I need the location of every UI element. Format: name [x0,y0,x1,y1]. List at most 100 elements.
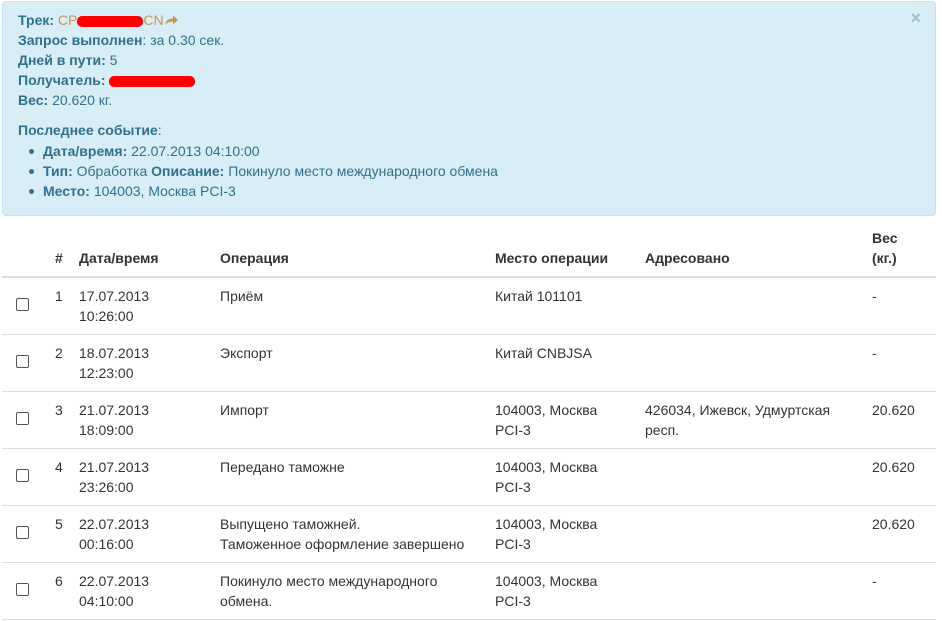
row-operation: Передано таможне [220,448,495,506]
row-checkbox[interactable] [16,526,29,539]
row-operation-line1: Приём [220,288,264,304]
last-event-heading: Последнее событие: [18,120,162,140]
row-place: 104003, Москва PCI-3 [495,391,645,449]
days-value: 5 [109,52,118,68]
row-weight: - [872,562,936,620]
track-number-prefix: CP [57,12,78,28]
event-place-label: Место: [43,183,90,199]
weight-value: 20.620 кг. [52,92,113,108]
table-row: 6 22.07.2013 04:10:00 Покинуло место междун… [2,562,936,620]
row-place-line1: 104003, Москва [495,459,598,475]
row-checkbox[interactable] [16,469,29,482]
row-addressed [645,448,872,506]
row-date: 22.07.2013 [79,516,150,532]
header-weight-line1: Вес [872,230,898,246]
event-type-value: Обработка [76,163,148,179]
row-date: 18.07.2013 [79,345,150,361]
row-operation: Выпущено таможней. Таможенное оформление … [220,505,495,563]
row-num: 6 [55,562,79,620]
row-operation-line2: Таможенное оформление завершено [220,536,465,552]
row-place: 104003, Москва PCI-3 [495,562,645,620]
row-datetime: 21.07.2013 23:26:00 [79,448,220,506]
event-type-item: Тип: Обработка Описание: Покинуло место … [27,161,498,181]
row-date: 22.07.2013 [79,573,150,589]
header-place: Место операции [495,220,645,278]
row-operation-line1: Импорт [220,402,269,418]
row-num: 1 [55,277,79,335]
row-place: 104003, Москва PCI-3 [495,505,645,563]
table-row: 1 17.07.2013 10:26:00 Приём Китай 101101 - [2,277,936,335]
row-weight: 20.620 [872,391,936,449]
row-time: 00:16:00 [79,536,134,552]
row-checkbox[interactable] [16,355,29,368]
row-num: 4 [55,448,79,506]
row-operation-line2: обмена. [220,593,273,609]
row-addressed-line2: респ. [645,422,680,438]
row-checkbox[interactable] [16,583,29,596]
row-operation-line1: Передано таможне [220,459,345,475]
row-operation-line1: Покинуло место международного [220,573,438,589]
row-place-line1: Китай CNBJSA [495,345,592,361]
track-line: Трек: CP CN [18,10,179,30]
row-place-line1: 104003, Москва [495,516,598,532]
close-icon[interactable]: × [910,9,921,27]
event-type-label: Тип: [43,163,73,179]
row-datetime: 18.07.2013 12:23:00 [79,334,220,392]
row-weight: 20.620 [872,448,936,506]
event-datetime-label: Дата/время: [43,143,128,159]
query-label: Запрос выполнен [18,32,143,48]
header-num: # [55,220,79,278]
row-date: 17.07.2013 [79,288,150,304]
row-place-line2: PCI-3 [495,593,531,609]
row-time: 10:26:00 [79,308,134,324]
row-operation: Покинуло место международного обмена. [220,562,495,620]
tracking-info-alert: × Трек: CP CN Запрос выполнен: за 0.30 се… [2,1,936,216]
event-desc-value: Покинуло место международного обмена [228,163,498,179]
row-time: 23:26:00 [79,479,134,495]
event-datetime-value: 22.07.2013 04:10:00 [131,143,260,159]
row-num: 5 [55,505,79,563]
event-desc-label: Описание: [151,163,225,179]
row-place-line1: 104003, Москва [495,402,598,418]
row-select-cell [2,391,55,449]
row-place-line2: PCI-3 [495,536,531,552]
table-row: 4 21.07.2013 23:26:00 Передано таможне 10400… [2,448,936,506]
event-place-value: 104003, Москва PCI-3 [93,183,236,199]
query-value: : за 0.30 сек. [142,32,225,48]
row-datetime: 22.07.2013 04:10:00 [79,562,220,620]
table-row: 3 21.07.2013 18:09:00 Импорт 104003, Москва P… [2,391,936,449]
row-operation: Приём [220,277,495,335]
row-operation: Импорт [220,391,495,449]
row-addressed [645,334,872,392]
row-select-cell [2,448,55,506]
row-place: Китай CNBJSA [495,334,645,392]
header-addressed: Адресовано [645,220,872,278]
row-checkbox[interactable] [16,412,29,425]
header-operation: Операция [220,220,495,278]
row-datetime: 17.07.2013 10:26:00 [79,277,220,335]
track-number-suffix: CN [143,12,164,28]
row-weight: - [872,334,936,392]
redaction-bar [77,15,144,27]
row-addressed [645,277,872,335]
days-line: Дней в пути: 5 [18,50,117,70]
header-weight-line2: (кг.) [872,250,897,266]
row-time: 18:09:00 [79,422,134,438]
row-place: Китай 101101 [495,277,645,335]
row-addressed: 426034, Ижевск, Удмуртская респ. [645,391,872,449]
row-checkbox[interactable] [16,298,29,311]
recipient-line: Получатель: [18,70,196,90]
row-num: 2 [55,334,79,392]
row-num: 3 [55,391,79,449]
row-date: 21.07.2013 [79,402,150,418]
last-event-details: Дата/время: 22.07.2013 04:10:00 Тип: Обр… [27,141,498,201]
row-time: 04:10:00 [79,593,134,609]
row-place-line1: Китай 101101 [495,288,583,304]
days-label: Дней в пути: [18,52,106,68]
row-place-line2: PCI-3 [495,422,531,438]
tracking-table: # Дата/время Операция Место операции Адр… [2,220,936,620]
recipient-label: Получатель: [18,72,106,88]
share-arrow-icon[interactable] [164,14,179,26]
row-select-cell [2,334,55,392]
table-header-row: # Дата/время Операция Место операции Адр… [2,220,936,278]
